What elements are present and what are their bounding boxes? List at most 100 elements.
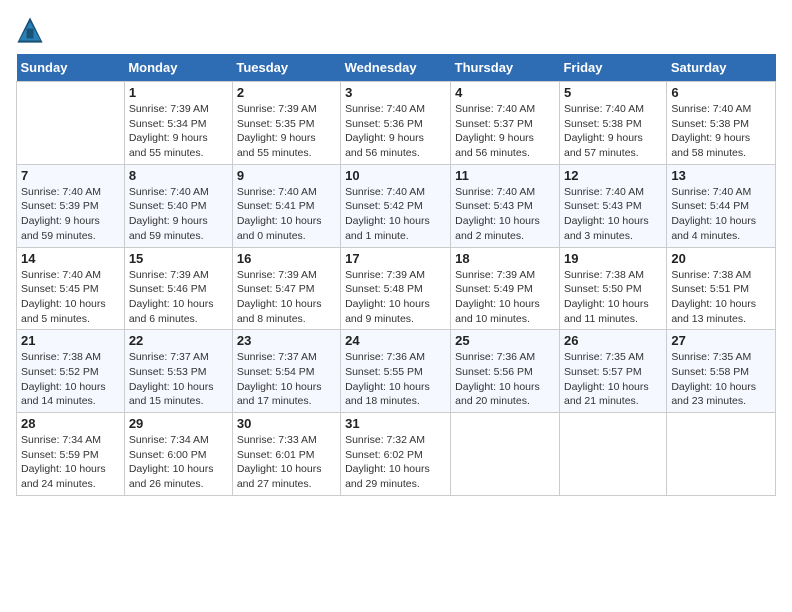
day-number: 13 <box>671 168 771 183</box>
calendar-cell: 15 Sunrise: 7:39 AM Sunset: 5:46 PM Dayli… <box>124 247 232 330</box>
calendar-cell: 26 Sunrise: 7:35 AM Sunset: 5:57 PM Dayli… <box>559 330 666 413</box>
calendar-header-row: SundayMondayTuesdayWednesdayThursdayFrid… <box>17 54 776 82</box>
day-info: Sunrise: 7:39 AM Sunset: 5:49 PM Dayligh… <box>455 268 555 327</box>
day-number: 31 <box>345 416 446 431</box>
day-info: Sunrise: 7:35 AM Sunset: 5:58 PM Dayligh… <box>671 350 771 409</box>
calendar-cell: 5 Sunrise: 7:40 AM Sunset: 5:38 PM Daylig… <box>559 82 666 165</box>
calendar-cell: 12 Sunrise: 7:40 AM Sunset: 5:43 PM Dayli… <box>559 164 666 247</box>
day-info: Sunrise: 7:40 AM Sunset: 5:39 PM Dayligh… <box>21 185 120 244</box>
calendar-cell <box>451 413 560 496</box>
calendar-cell: 16 Sunrise: 7:39 AM Sunset: 5:47 PM Dayli… <box>232 247 340 330</box>
calendar-cell: 21 Sunrise: 7:38 AM Sunset: 5:52 PM Dayli… <box>17 330 125 413</box>
day-number: 27 <box>671 333 771 348</box>
day-info: Sunrise: 7:39 AM Sunset: 5:48 PM Dayligh… <box>345 268 446 327</box>
day-info: Sunrise: 7:37 AM Sunset: 5:54 PM Dayligh… <box>237 350 336 409</box>
day-info: Sunrise: 7:39 AM Sunset: 5:46 PM Dayligh… <box>129 268 228 327</box>
day-number: 9 <box>237 168 336 183</box>
day-info: Sunrise: 7:38 AM Sunset: 5:51 PM Dayligh… <box>671 268 771 327</box>
day-number: 25 <box>455 333 555 348</box>
day-number: 28 <box>21 416 120 431</box>
calendar-week-3: 14Sunrise: 7:40 AM Sunset: 5:45 PM Dayli… <box>17 247 776 330</box>
logo <box>16 16 48 44</box>
day-info: Sunrise: 7:34 AM Sunset: 6:00 PM Dayligh… <box>129 433 228 492</box>
day-info: Sunrise: 7:40 AM Sunset: 5:38 PM Dayligh… <box>671 102 771 161</box>
calendar-cell: 18 Sunrise: 7:39 AM Sunset: 5:49 PM Dayli… <box>451 247 560 330</box>
column-header-wednesday: Wednesday <box>341 54 451 82</box>
calendar-cell: 14Sunrise: 7:40 AM Sunset: 5:45 PM Dayli… <box>17 247 125 330</box>
day-info: Sunrise: 7:38 AM Sunset: 5:50 PM Dayligh… <box>564 268 662 327</box>
day-number: 21 <box>21 333 120 348</box>
calendar-cell: 11 Sunrise: 7:40 AM Sunset: 5:43 PM Dayli… <box>451 164 560 247</box>
day-number: 11 <box>455 168 555 183</box>
day-info: Sunrise: 7:40 AM Sunset: 5:43 PM Dayligh… <box>564 185 662 244</box>
day-number: 19 <box>564 251 662 266</box>
day-info: Sunrise: 7:40 AM Sunset: 5:41 PM Dayligh… <box>237 185 336 244</box>
day-info: Sunrise: 7:40 AM Sunset: 5:43 PM Dayligh… <box>455 185 555 244</box>
day-number: 3 <box>345 85 446 100</box>
calendar-week-1: 1 Sunrise: 7:39 AM Sunset: 5:34 PM Daylig… <box>17 82 776 165</box>
day-info: Sunrise: 7:33 AM Sunset: 6:01 PM Dayligh… <box>237 433 336 492</box>
day-info: Sunrise: 7:38 AM Sunset: 5:52 PM Dayligh… <box>21 350 120 409</box>
day-number: 18 <box>455 251 555 266</box>
day-number: 26 <box>564 333 662 348</box>
day-info: Sunrise: 7:35 AM Sunset: 5:57 PM Dayligh… <box>564 350 662 409</box>
calendar-cell: 8 Sunrise: 7:40 AM Sunset: 5:40 PM Daylig… <box>124 164 232 247</box>
column-header-monday: Monday <box>124 54 232 82</box>
day-info: Sunrise: 7:40 AM Sunset: 5:44 PM Dayligh… <box>671 185 771 244</box>
calendar-cell <box>667 413 776 496</box>
day-number: 20 <box>671 251 771 266</box>
page-header <box>16 16 776 44</box>
day-info: Sunrise: 7:34 AM Sunset: 5:59 PM Dayligh… <box>21 433 120 492</box>
day-number: 5 <box>564 85 662 100</box>
day-number: 22 <box>129 333 228 348</box>
calendar-cell: 9 Sunrise: 7:40 AM Sunset: 5:41 PM Daylig… <box>232 164 340 247</box>
day-info: Sunrise: 7:39 AM Sunset: 5:34 PM Dayligh… <box>129 102 228 161</box>
day-info: Sunrise: 7:40 AM Sunset: 5:38 PM Dayligh… <box>564 102 662 161</box>
day-number: 16 <box>237 251 336 266</box>
day-number: 8 <box>129 168 228 183</box>
calendar-cell: 22Sunrise: 7:37 AM Sunset: 5:53 PM Dayli… <box>124 330 232 413</box>
calendar-cell: 28 Sunrise: 7:34 AM Sunset: 5:59 PM Dayli… <box>17 413 125 496</box>
calendar-table: SundayMondayTuesdayWednesdayThursdayFrid… <box>16 54 776 496</box>
day-info: Sunrise: 7:39 AM Sunset: 5:35 PM Dayligh… <box>237 102 336 161</box>
calendar-cell: 10 Sunrise: 7:40 AM Sunset: 5:42 PM Dayli… <box>341 164 451 247</box>
calendar-cell: 19 Sunrise: 7:38 AM Sunset: 5:50 PM Dayli… <box>559 247 666 330</box>
day-info: Sunrise: 7:39 AM Sunset: 5:47 PM Dayligh… <box>237 268 336 327</box>
column-header-thursday: Thursday <box>451 54 560 82</box>
column-header-friday: Friday <box>559 54 666 82</box>
day-number: 24 <box>345 333 446 348</box>
calendar-cell: 20 Sunrise: 7:38 AM Sunset: 5:51 PM Dayli… <box>667 247 776 330</box>
day-number: 1 <box>129 85 228 100</box>
calendar-cell: 4Sunrise: 7:40 AM Sunset: 5:37 PM Daylig… <box>451 82 560 165</box>
calendar-cell: 1 Sunrise: 7:39 AM Sunset: 5:34 PM Daylig… <box>124 82 232 165</box>
calendar-cell: 6Sunrise: 7:40 AM Sunset: 5:38 PM Daylig… <box>667 82 776 165</box>
calendar-cell <box>559 413 666 496</box>
calendar-cell: 25Sunrise: 7:36 AM Sunset: 5:56 PM Dayli… <box>451 330 560 413</box>
calendar-cell: 3 Sunrise: 7:40 AM Sunset: 5:36 PM Daylig… <box>341 82 451 165</box>
day-number: 7 <box>21 168 120 183</box>
day-number: 12 <box>564 168 662 183</box>
column-header-sunday: Sunday <box>17 54 125 82</box>
calendar-cell: 24 Sunrise: 7:36 AM Sunset: 5:55 PM Dayli… <box>341 330 451 413</box>
day-number: 29 <box>129 416 228 431</box>
day-number: 17 <box>345 251 446 266</box>
calendar-cell: 17 Sunrise: 7:39 AM Sunset: 5:48 PM Dayli… <box>341 247 451 330</box>
day-info: Sunrise: 7:40 AM Sunset: 5:40 PM Dayligh… <box>129 185 228 244</box>
column-header-saturday: Saturday <box>667 54 776 82</box>
calendar-cell: 31Sunrise: 7:32 AM Sunset: 6:02 PM Dayli… <box>341 413 451 496</box>
calendar-cell <box>17 82 125 165</box>
day-number: 15 <box>129 251 228 266</box>
day-info: Sunrise: 7:40 AM Sunset: 5:42 PM Dayligh… <box>345 185 446 244</box>
day-info: Sunrise: 7:36 AM Sunset: 5:55 PM Dayligh… <box>345 350 446 409</box>
day-number: 2 <box>237 85 336 100</box>
calendar-cell: 13 Sunrise: 7:40 AM Sunset: 5:44 PM Dayli… <box>667 164 776 247</box>
calendar-cell: 23Sunrise: 7:37 AM Sunset: 5:54 PM Dayli… <box>232 330 340 413</box>
calendar-week-4: 21 Sunrise: 7:38 AM Sunset: 5:52 PM Dayli… <box>17 330 776 413</box>
day-info: Sunrise: 7:40 AM Sunset: 5:36 PM Dayligh… <box>345 102 446 161</box>
calendar-cell: 29 Sunrise: 7:34 AM Sunset: 6:00 PM Dayli… <box>124 413 232 496</box>
day-number: 4 <box>455 85 555 100</box>
day-number: 10 <box>345 168 446 183</box>
day-info: Sunrise: 7:40 AM Sunset: 5:45 PM Dayligh… <box>21 268 120 327</box>
calendar-cell: 2 Sunrise: 7:39 AM Sunset: 5:35 PM Daylig… <box>232 82 340 165</box>
logo-icon <box>16 16 44 44</box>
